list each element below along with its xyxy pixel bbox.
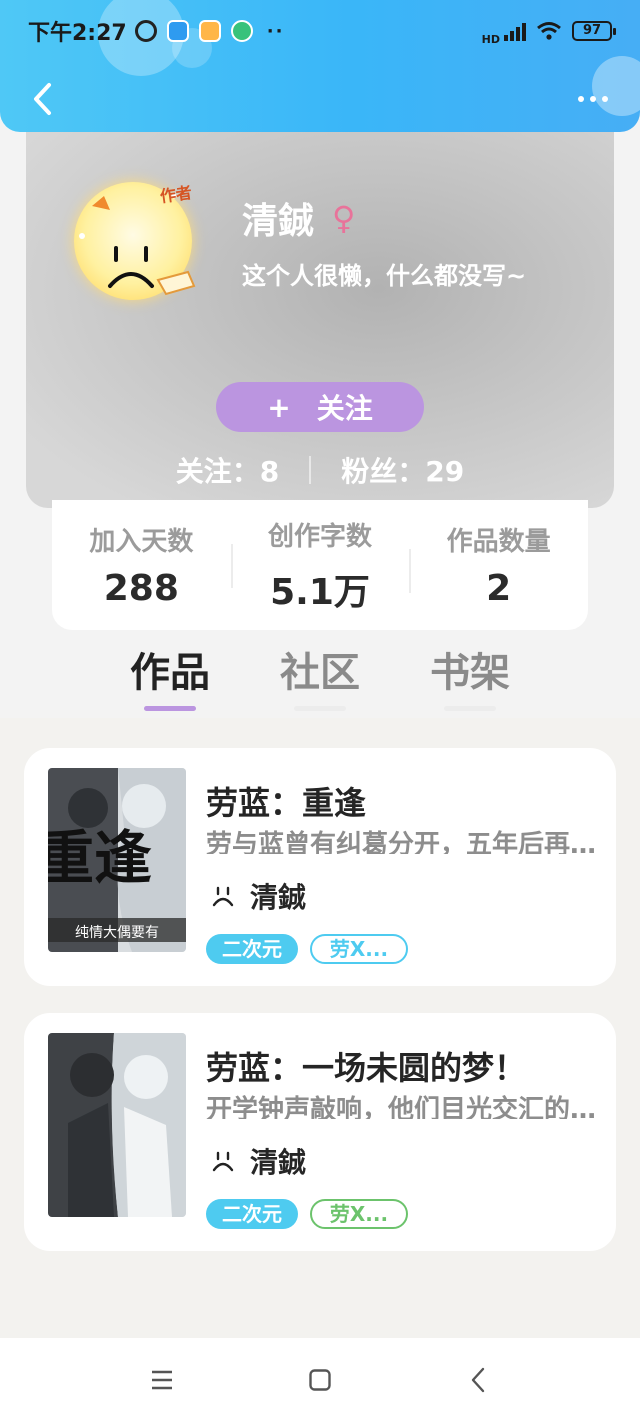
author-avatar-icon: [212, 1151, 234, 1172]
work-description: 劳与蓝曾有纠葛分开，五年后再次重逢…: [206, 830, 604, 854]
app-notification-icon: [230, 20, 253, 42]
tab-works[interactable]: 作品: [100, 640, 240, 716]
divider: [309, 456, 312, 484]
tab-label: 社区: [280, 650, 360, 696]
profile-name: 清鋮: [242, 201, 315, 242]
book-cover[interactable]: [48, 1033, 186, 1217]
more-notifications-dots: ··: [266, 20, 285, 42]
work-card[interactable]: 劳蓝：一场未圆的梦！ 开学钟声敲响，他们目光交汇的那一刻… 清鋮 二次元 劳X.…: [24, 1013, 616, 1251]
home-square-icon: [309, 1369, 331, 1391]
profile-tabs: 作品 社区 书架: [100, 640, 540, 716]
plus-icon: +: [267, 390, 291, 424]
author-name: 清鋮: [250, 881, 307, 914]
cover-art: [48, 1033, 186, 1217]
status-time: 下午2:27: [28, 21, 127, 46]
top-header: 下午2:27 ·· HD 97: [0, 0, 640, 132]
network-type-label: HD: [481, 32, 500, 46]
tag-pairing[interactable]: 劳X...: [310, 934, 408, 964]
tag-category[interactable]: 二次元: [206, 1199, 298, 1229]
status-right: HD 97: [481, 17, 616, 46]
system-home-button[interactable]: [300, 1360, 340, 1400]
profile-bio: 这个人很懒，什么都没写~: [242, 262, 527, 290]
author-avatar-icon: [212, 886, 234, 907]
system-menu-button[interactable]: [142, 1360, 182, 1400]
stat-works-count: 作品数量 2: [409, 521, 588, 609]
battery-icon: 97: [572, 21, 616, 41]
system-navigation-bar: [0, 1338, 640, 1422]
tab-indicator: [144, 706, 196, 711]
status-bar: 下午2:27 ·· HD 97: [0, 0, 640, 62]
app-notification-icon: [166, 20, 189, 42]
avatar[interactable]: 作者: [70, 176, 198, 304]
stat-label: 作品数量: [446, 527, 551, 557]
tag-category[interactable]: 二次元: [206, 934, 298, 964]
tab-label: 书架: [430, 650, 510, 696]
follow-button[interactable]: + 关注: [216, 382, 424, 432]
wifi-icon: [537, 22, 561, 40]
author-name: 清鋮: [250, 1146, 307, 1179]
tag-pairing[interactable]: 劳X...: [310, 1199, 408, 1229]
work-tags: 二次元 劳X...: [206, 934, 408, 964]
work-title: 劳蓝：重逢: [206, 784, 367, 822]
back-button[interactable]: [22, 79, 62, 119]
more-horizontal-icon: [578, 96, 584, 102]
cover-title: 重逢: [48, 824, 152, 892]
stat-value: 288: [103, 568, 179, 609]
book-cover[interactable]: 重逢 纯情大偶要有: [48, 768, 186, 952]
stat-joined-days: 加入天数 288: [52, 521, 231, 609]
cover-caption: 纯情大偶要有: [75, 925, 159, 941]
tab-indicator: [444, 706, 496, 711]
tab-indicator: [294, 706, 346, 711]
chevron-left-icon: [34, 83, 51, 115]
work-card[interactable]: 重逢 纯情大偶要有 劳蓝：重逢 劳与蓝曾有纠葛分开，五年后再次重逢… 清鋮 二次…: [24, 748, 616, 986]
following-count[interactable]: 关注：8: [176, 450, 279, 490]
follow-button-label: 关注: [316, 392, 373, 425]
tab-community[interactable]: 社区: [250, 640, 390, 716]
work-tags: 二次元 劳X...: [206, 1199, 408, 1229]
signal-icon: [504, 21, 526, 41]
stat-label: 创作字数: [268, 521, 373, 552]
stat-label: 加入天数: [89, 527, 194, 557]
stat-word-count: 创作字数 5.1万: [230, 516, 410, 615]
cover-art: 重逢 纯情大偶要有: [48, 768, 186, 952]
tab-bookshelf[interactable]: 书架: [400, 640, 540, 716]
alarm-icon: [134, 20, 157, 42]
follow-stats: 关注：8 粉丝：29: [26, 450, 614, 490]
menu-icon: [152, 1370, 172, 1390]
work-description: 开学钟声敲响，他们目光交汇的那一刻…: [206, 1095, 604, 1119]
work-title: 劳蓝：一场未圆的梦！: [206, 1049, 527, 1087]
author-stats-card: 加入天数 288 创作字数 5.1万 作品数量 2: [52, 500, 588, 630]
stat-value: 5.1万: [270, 571, 370, 613]
more-button[interactable]: [568, 86, 618, 112]
status-icons: ··: [134, 20, 285, 42]
profile-card: 作者 清鋮 ♀ 这个人很懒，什么都没写~ + 关注 关注：8 粉丝：29: [26, 110, 614, 508]
wallet-icon: [198, 20, 221, 42]
system-back-button[interactable]: [458, 1360, 498, 1400]
female-gender-icon: ♀: [332, 199, 356, 237]
work-author: 清鋮: [212, 1141, 306, 1181]
followers-count[interactable]: 粉丝：29: [341, 450, 464, 490]
profile-name-row: 清鋮 ♀: [242, 192, 355, 244]
back-triangle-icon: [471, 1367, 485, 1393]
nav-row: [0, 72, 640, 126]
tab-label: 作品: [130, 650, 210, 696]
stat-value: 2: [486, 568, 512, 609]
work-author: 清鋮: [212, 876, 306, 916]
